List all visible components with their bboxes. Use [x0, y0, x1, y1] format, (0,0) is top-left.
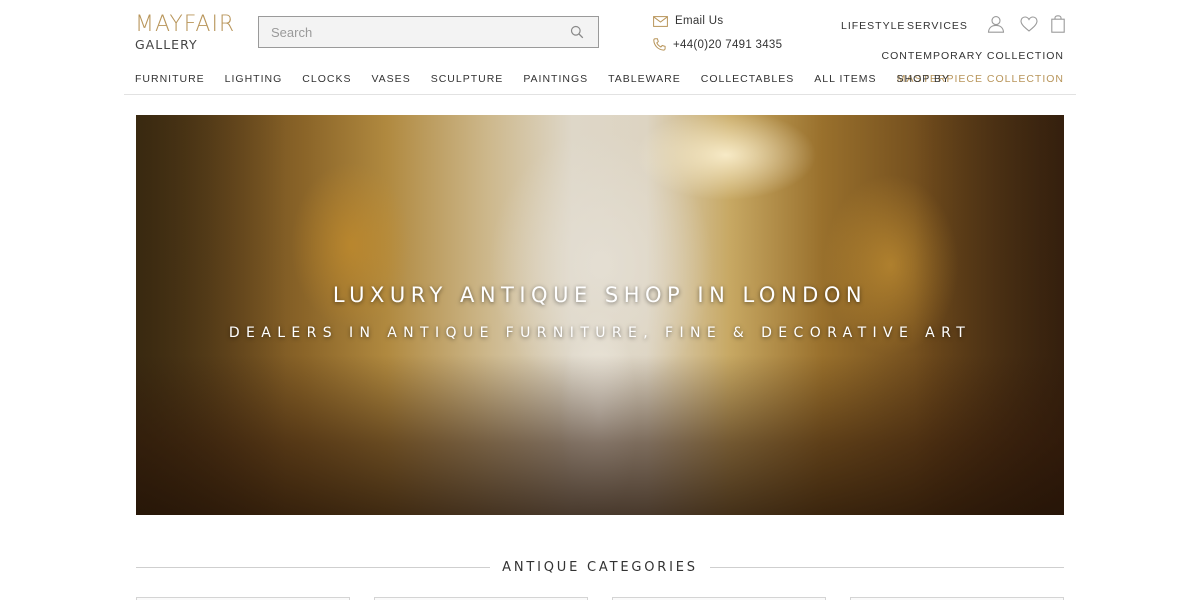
- contemporary-collection-link[interactable]: CONTEMPORARY COLLECTION: [882, 50, 1064, 62]
- email-us-label: Email Us: [675, 15, 724, 27]
- search-box: [258, 16, 599, 48]
- email-us-link[interactable]: Email Us: [653, 15, 723, 27]
- user-icon[interactable]: [987, 15, 1005, 33]
- lifestyle-link[interactable]: LIFESTYLE: [841, 20, 905, 32]
- nav-item-paintings[interactable]: PAINTINGS: [523, 73, 588, 85]
- nav-item-sculpture[interactable]: SCULPTURE: [431, 73, 504, 85]
- nav-item-collectables[interactable]: COLLECTABLES: [701, 73, 795, 85]
- search-icon[interactable]: [570, 25, 584, 39]
- hero-subtitle: DEALERS IN ANTIQUE FURNITURE, FINE & DEC…: [228, 325, 972, 341]
- nav-item-vases[interactable]: VASES: [371, 73, 410, 85]
- hero-image-floor-shading: [136, 355, 1064, 515]
- heart-icon[interactable]: [1020, 16, 1038, 32]
- logo-wordmark: MAYFAIR: [135, 12, 236, 37]
- nav-item-shop-by[interactable]: SHOP BY: [897, 73, 951, 85]
- phone-icon: [653, 38, 666, 51]
- phone-number: +44(0)20 7491 3435: [673, 38, 783, 51]
- logo-subtitle: GALLERY: [135, 37, 198, 52]
- main-nav: FURNITURE LIGHTING CLOCKS VASES SCULPTUR…: [135, 73, 970, 85]
- search-input[interactable]: [259, 17, 559, 47]
- services-link[interactable]: SERVICES: [907, 20, 968, 32]
- shopping-bag-icon[interactable]: [1051, 15, 1065, 33]
- nav-item-furniture[interactable]: FURNITURE: [135, 73, 205, 85]
- nav-item-lighting[interactable]: LIGHTING: [225, 73, 283, 85]
- hero-banner[interactable]: LUXURY ANTIQUE SHOP IN LONDON DEALERS IN…: [136, 115, 1064, 515]
- categories-divider-left: [136, 567, 490, 568]
- nav-item-all-items[interactable]: ALL ITEMS: [814, 73, 876, 85]
- nav-item-tableware[interactable]: TABLEWARE: [608, 73, 681, 85]
- logo[interactable]: MAYFAIR GALLERY: [135, 14, 235, 52]
- hero-title: LUXURY ANTIQUE SHOP IN LONDON: [332, 283, 868, 307]
- categories-divider-right: [710, 567, 1064, 568]
- phone-link[interactable]: +44(0)20 7491 3435: [653, 38, 782, 51]
- nav-item-clocks[interactable]: CLOCKS: [302, 73, 351, 85]
- envelope-icon: [653, 15, 668, 27]
- header-divider: [124, 94, 1076, 95]
- categories-heading: ANTIQUE CATEGORIES: [502, 560, 698, 575]
